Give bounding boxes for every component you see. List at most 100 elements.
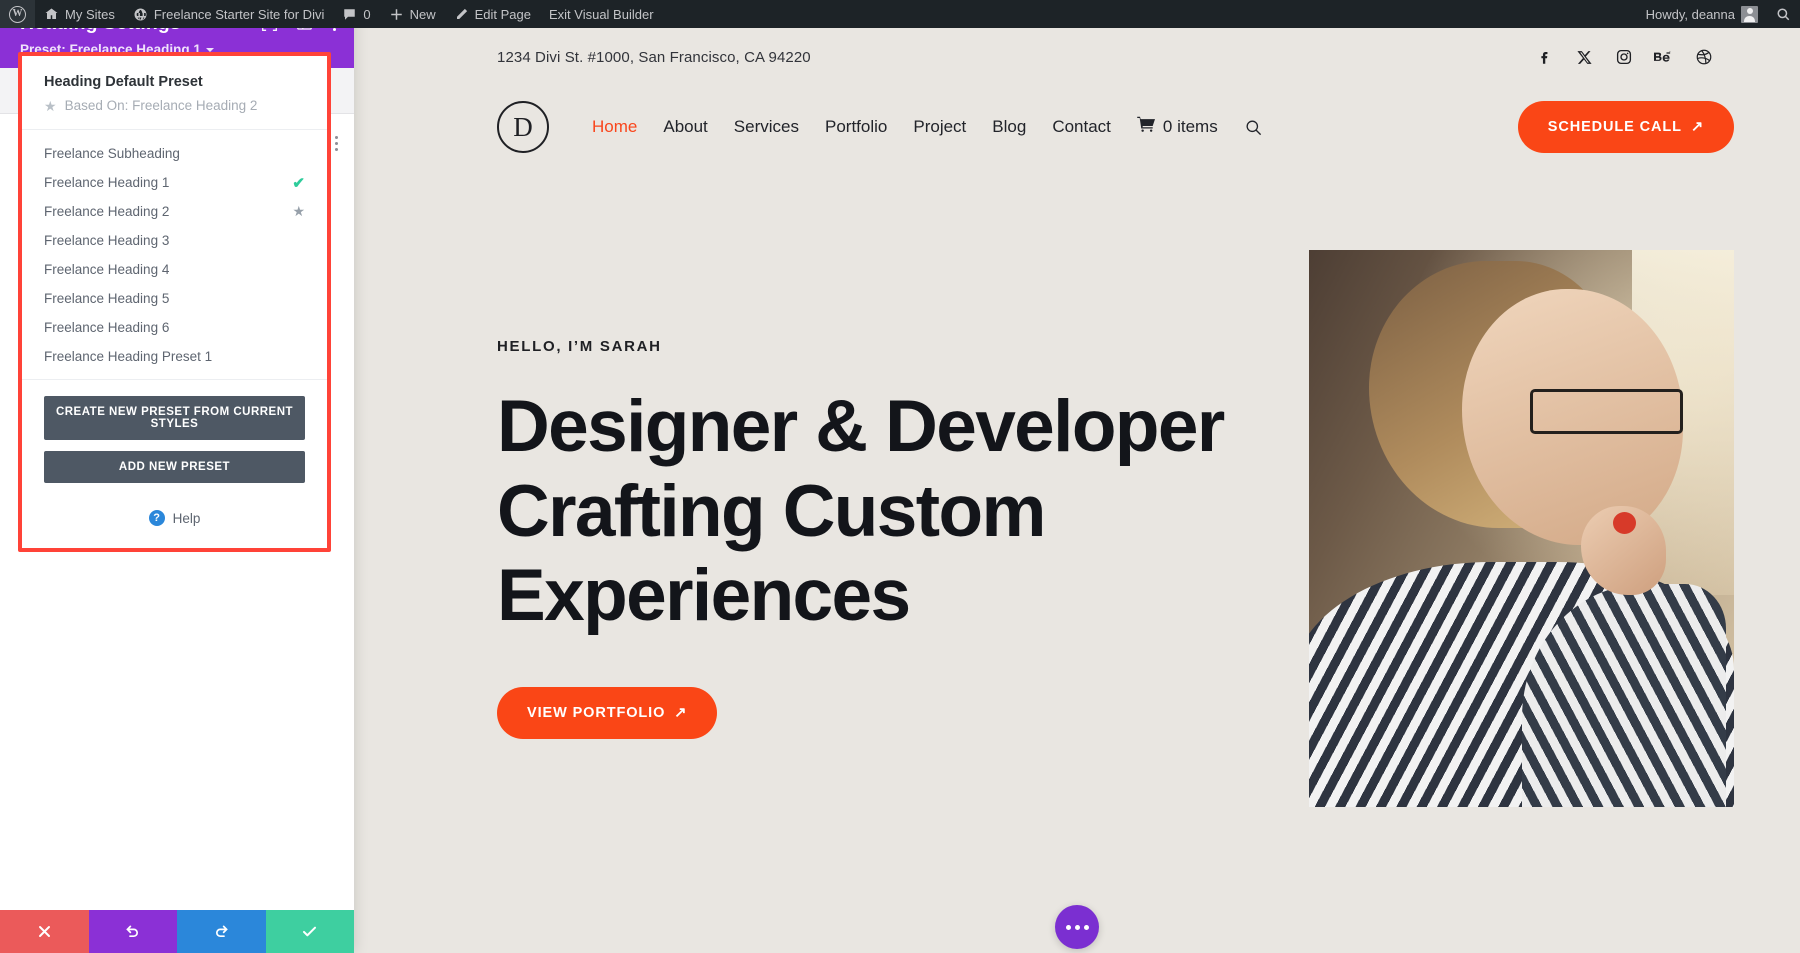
hero-title: Designer & Developer Crafting Custom Exp… <box>497 385 1269 639</box>
create-new-preset-button[interactable]: CREATE NEW PRESET FROM CURRENT STYLES <box>44 396 305 440</box>
preset-item-freelance-heading-2[interactable]: Freelance Heading 2 ★ <box>22 197 327 226</box>
cart-icon <box>1137 116 1156 138</box>
adminbar-label: Freelance Starter Site for Divi <box>154 7 325 22</box>
schedule-call-label: SCHEDULE CALL <box>1548 119 1682 135</box>
preset-item-freelance-heading-5[interactable]: Freelance Heading 5 <box>22 284 327 313</box>
view-portfolio-button[interactable]: VIEW PORTFOLIO ↗ <box>497 687 717 739</box>
adminbar-label: Edit Page <box>475 7 531 22</box>
adminbar-search-button[interactable] <box>1767 0 1800 28</box>
cancel-button[interactable] <box>0 910 89 953</box>
cart-link[interactable]: 0 items <box>1137 116 1218 138</box>
chevron-down-icon <box>206 48 214 52</box>
wp-logo-menu[interactable]: W <box>0 0 35 28</box>
preset-item-freelance-heading-3[interactable]: Freelance Heading 3 <box>22 226 327 255</box>
question-circle-icon: ? <box>149 510 165 526</box>
adminbar-item-my-sites[interactable]: My Sites <box>35 0 124 28</box>
preset-item-freelance-heading-6[interactable]: Freelance Heading 6 <box>22 313 327 342</box>
preset-dropdown-highlight: Heading Default Preset ★ Based On: Freel… <box>18 52 331 552</box>
adminbar-label: Exit Visual Builder <box>549 7 654 22</box>
nav-item-services[interactable]: Services <box>734 117 799 137</box>
nav-links: Home About Services Portfolio Project Bl… <box>592 116 1263 138</box>
adminbar-label: My Sites <box>65 7 115 22</box>
redo-button[interactable] <box>177 910 266 953</box>
preset-item-label: Freelance Heading 2 <box>44 204 169 219</box>
view-portfolio-label: VIEW PORTFOLIO <box>527 705 665 721</box>
preset-item-label: Freelance Heading 3 <box>44 233 169 248</box>
hero-title-line-3: Experiences <box>497 555 910 636</box>
preset-item-freelance-heading-1[interactable]: Freelance Heading 1 ✔ <box>22 168 327 197</box>
adminbar-item-exit-visual-builder[interactable]: Exit Visual Builder <box>540 0 663 28</box>
preset-item-freelance-heading-preset-1[interactable]: Freelance Heading Preset 1 <box>22 342 327 371</box>
nav-left: D Home About Services Portfolio Project … <box>497 101 1263 153</box>
hero-eyebrow: HELLO, I’M SARAH <box>497 338 1269 355</box>
social-links <box>1534 47 1714 67</box>
wp-admin-bar: W My Sites Freelance Starter Site for Di… <box>0 0 1800 28</box>
undo-icon <box>124 923 141 940</box>
panel-action-bar <box>0 910 354 953</box>
pencil-icon <box>454 7 469 22</box>
cart-count-label: 0 items <box>1163 117 1218 137</box>
nav-item-portfolio[interactable]: Portfolio <box>825 117 887 137</box>
check-icon: ✔ <box>292 174 305 192</box>
preset-actions: CREATE NEW PRESET FROM CURRENT STYLES AD… <box>22 380 327 500</box>
search-icon <box>1776 7 1791 22</box>
undo-button[interactable] <box>89 910 178 953</box>
preset-item-freelance-subheading[interactable]: Freelance Subheading <box>22 139 327 168</box>
star-icon: ★ <box>292 203 305 220</box>
site-logo[interactable]: D <box>497 101 549 153</box>
redo-icon <box>213 923 230 940</box>
builder-menu-fab[interactable] <box>1055 905 1099 949</box>
adminbar-item-comments[interactable]: 0 <box>333 0 379 28</box>
help-link[interactable]: ? Help <box>22 500 327 548</box>
hero-image <box>1309 250 1734 807</box>
x-twitter-icon[interactable] <box>1574 47 1594 67</box>
nav-item-home[interactable]: Home <box>592 117 637 137</box>
nav-item-blog[interactable]: Blog <box>992 117 1026 137</box>
preset-based-on-label: Based On: Freelance Heading 2 <box>65 98 258 113</box>
site-address: 1234 Divi St. #1000, San Francisco, CA 9… <box>497 49 811 66</box>
adminbar-label: New <box>410 7 436 22</box>
check-icon <box>301 923 318 940</box>
nav-item-about[interactable]: About <box>663 117 707 137</box>
adminbar-item-site-name[interactable]: Freelance Starter Site for Divi <box>124 0 334 28</box>
save-button[interactable] <box>266 910 355 953</box>
add-new-preset-button[interactable]: ADD NEW PRESET <box>44 451 305 483</box>
avatar <box>1741 6 1758 23</box>
nav-right: SCHEDULE CALL ↗ <box>1518 101 1734 153</box>
adminbar-item-new[interactable]: New <box>380 0 445 28</box>
preset-default-block[interactable]: Heading Default Preset ★ Based On: Freel… <box>22 56 327 130</box>
adminbar-item-edit-page[interactable]: Edit Page <box>445 0 540 28</box>
adminbar-item-howdy[interactable]: Howdy, deanna <box>1637 0 1767 28</box>
comment-count: 0 <box>363 7 370 22</box>
preset-item-label: Freelance Heading 5 <box>44 291 169 306</box>
preset-dropdown: Heading Default Preset ★ Based On: Freel… <box>22 56 327 548</box>
preset-item-label: Freelance Heading 1 <box>44 175 169 190</box>
nav-item-project[interactable]: Project <box>913 117 966 137</box>
panel-row-kebab-menu-icon[interactable] <box>335 136 338 151</box>
screen-root: W My Sites Freelance Starter Site for Di… <box>0 0 1800 953</box>
preset-item-label: Freelance Heading 6 <box>44 320 169 335</box>
instagram-icon[interactable] <box>1614 47 1634 67</box>
hero-title-line-1: Designer & Developer <box>497 386 1224 467</box>
dribbble-icon[interactable] <box>1694 47 1714 67</box>
preset-list: Freelance Subheading Freelance Heading 1… <box>22 130 327 380</box>
hero-text-block: HELLO, I’M SARAH Designer & Developer Cr… <box>497 246 1269 739</box>
plus-icon <box>389 7 404 22</box>
star-icon: ★ <box>44 99 57 113</box>
comment-icon <box>342 7 357 22</box>
hero-title-line-2: Crafting Custom <box>497 471 1045 552</box>
facebook-icon[interactable] <box>1534 47 1554 67</box>
wordpress-logo-icon: W <box>9 6 26 23</box>
schedule-call-button[interactable]: SCHEDULE CALL ↗ <box>1518 101 1734 153</box>
preset-item-freelance-heading-4[interactable]: Freelance Heading 4 <box>22 255 327 284</box>
help-label: Help <box>173 511 201 526</box>
site-icon <box>133 7 148 22</box>
preset-based-on-row: ★ Based On: Freelance Heading 2 <box>44 98 305 113</box>
preset-item-label: Freelance Heading Preset 1 <box>44 349 212 364</box>
sites-icon <box>44 7 59 22</box>
nav-item-contact[interactable]: Contact <box>1052 117 1111 137</box>
preset-item-label: Freelance Heading 4 <box>44 262 169 277</box>
arrow-up-right-icon: ↗ <box>674 705 687 721</box>
site-search-icon[interactable] <box>1244 118 1263 137</box>
behance-icon[interactable] <box>1654 47 1674 67</box>
